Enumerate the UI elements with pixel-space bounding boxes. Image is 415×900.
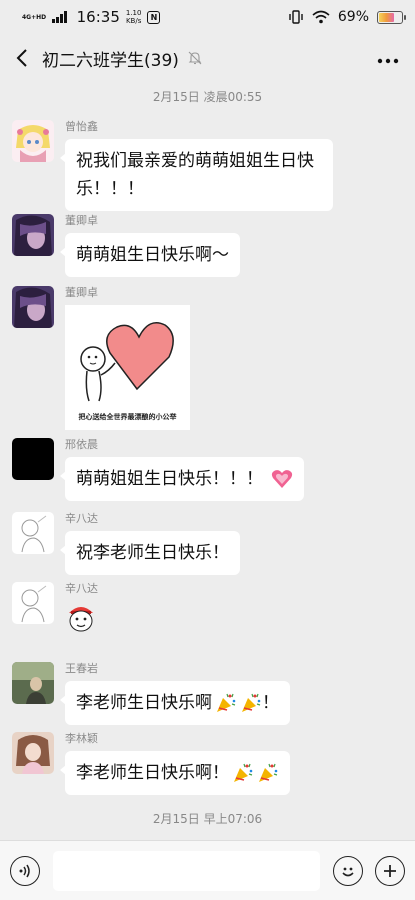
cartoon-face-sticker-icon[interactable] bbox=[65, 601, 97, 633]
message-bubble[interactable]: 李老师生日快乐啊！ bbox=[60, 751, 290, 795]
signal-icon bbox=[52, 11, 67, 23]
message-list[interactable]: 2月15日 凌晨00:55 曾怡鑫 祝我们最亲爱的萌萌姐姐生日快乐！！！ 董卿卓… bbox=[0, 82, 415, 840]
speed-value: 1.10 bbox=[125, 9, 142, 17]
sender-name: 邢依晨 bbox=[65, 438, 98, 451]
sender-name: 曾怡鑫 bbox=[65, 120, 98, 133]
speed-unit: KB/s bbox=[125, 17, 142, 25]
chat-title[interactable]: 初二六班学生(39) bbox=[42, 46, 179, 71]
input-bar bbox=[0, 840, 415, 900]
avatar[interactable] bbox=[12, 214, 54, 256]
message-bubble[interactable]: 萌萌姐姐生日快乐！！！ bbox=[59, 457, 305, 501]
avatar[interactable] bbox=[12, 120, 54, 162]
chevron-left-icon[interactable] bbox=[12, 48, 32, 68]
message-bubble[interactable]: 祝我们最亲爱的萌萌姐姐生日快乐！！！ bbox=[60, 139, 333, 211]
nfc-icon: N bbox=[147, 10, 161, 24]
message-item: 曾怡鑫 祝我们最亲爱的萌萌姐姐生日快乐！！！ bbox=[12, 120, 333, 211]
message-text: 萌萌姐姐生日快乐！！！ bbox=[76, 469, 263, 489]
party-popper-icon bbox=[259, 763, 278, 782]
sender-name: 董卿卓 bbox=[65, 214, 98, 227]
message-item: 邢依晨 萌萌姐姐生日快乐！！！ bbox=[12, 438, 305, 501]
party-popper-icon bbox=[234, 763, 253, 782]
avatar[interactable] bbox=[12, 438, 54, 480]
wifi-icon bbox=[312, 10, 330, 24]
sticker-caption: 把心送给全世界最漂酿的小公举 bbox=[78, 413, 177, 421]
network-type: 4G+HD bbox=[22, 13, 47, 21]
time-divider: 2月15日 凌晨00:55 bbox=[152, 90, 263, 104]
message-text: 李老师生日快乐啊 bbox=[76, 693, 212, 713]
sender-name: 辛八达 bbox=[65, 512, 98, 525]
voice-icon[interactable] bbox=[10, 855, 40, 886]
message-item: 辛八达 bbox=[12, 582, 98, 637]
network-speed: 1.10 KB/s bbox=[126, 9, 142, 25]
heart-sticker-icon bbox=[80, 322, 174, 402]
time-divider: 2月15日 早上07:06 bbox=[152, 812, 263, 826]
battery-percent: 69% bbox=[337, 9, 369, 25]
message-input[interactable] bbox=[53, 850, 320, 891]
message-item: 辛八达 祝李老师生日快乐！ bbox=[12, 512, 240, 575]
pink-heart-icon bbox=[272, 470, 293, 488]
message-bubble[interactable]: 祝李老师生日快乐！ bbox=[60, 531, 240, 575]
avatar[interactable] bbox=[12, 732, 54, 774]
bell-off-icon bbox=[188, 51, 202, 65]
sender-name: 王春岩 bbox=[65, 662, 98, 675]
message-text: 李老师生日快乐啊！ bbox=[76, 763, 229, 783]
smiley-icon[interactable] bbox=[333, 855, 363, 886]
message-item: 董卿卓 把心送给全世界最漂酿的小公举 bbox=[12, 286, 190, 430]
more-dots-icon[interactable] bbox=[377, 53, 399, 64]
sender-name: 李林颖 bbox=[65, 732, 98, 745]
chat-header: 初二六班学生(39) bbox=[0, 34, 415, 82]
message-item: 董卿卓 萌萌姐生日快乐啊～ bbox=[12, 214, 240, 277]
message-bubble[interactable]: 李老师生日快乐啊 ！ bbox=[60, 681, 290, 725]
plus-icon[interactable] bbox=[375, 855, 405, 886]
clock: 16:35 bbox=[76, 8, 120, 26]
avatar[interactable] bbox=[12, 286, 54, 328]
party-popper-icon bbox=[242, 693, 261, 712]
message-bubble[interactable]: 萌萌姐生日快乐啊～ bbox=[60, 233, 240, 277]
avatar[interactable] bbox=[12, 662, 54, 704]
message-text-suffix: ！ bbox=[262, 693, 279, 713]
message-item: 李林颖 李老师生日快乐啊！ bbox=[12, 732, 290, 795]
status-bar: 4G+HD 16:35 1.10 KB/s N 69% bbox=[0, 0, 415, 34]
avatar[interactable] bbox=[12, 512, 54, 554]
vibrate-icon bbox=[289, 10, 303, 24]
sender-name: 董卿卓 bbox=[65, 286, 98, 299]
sender-name: 辛八达 bbox=[65, 582, 98, 595]
nfc-label: N bbox=[150, 12, 158, 22]
avatar[interactable] bbox=[12, 582, 54, 624]
party-popper-icon bbox=[217, 693, 236, 712]
sticker-image[interactable]: 把心送给全世界最漂酿的小公举 bbox=[65, 305, 190, 430]
message-item: 王春岩 李老师生日快乐啊 ！ bbox=[12, 662, 290, 725]
battery-icon bbox=[377, 10, 406, 24]
